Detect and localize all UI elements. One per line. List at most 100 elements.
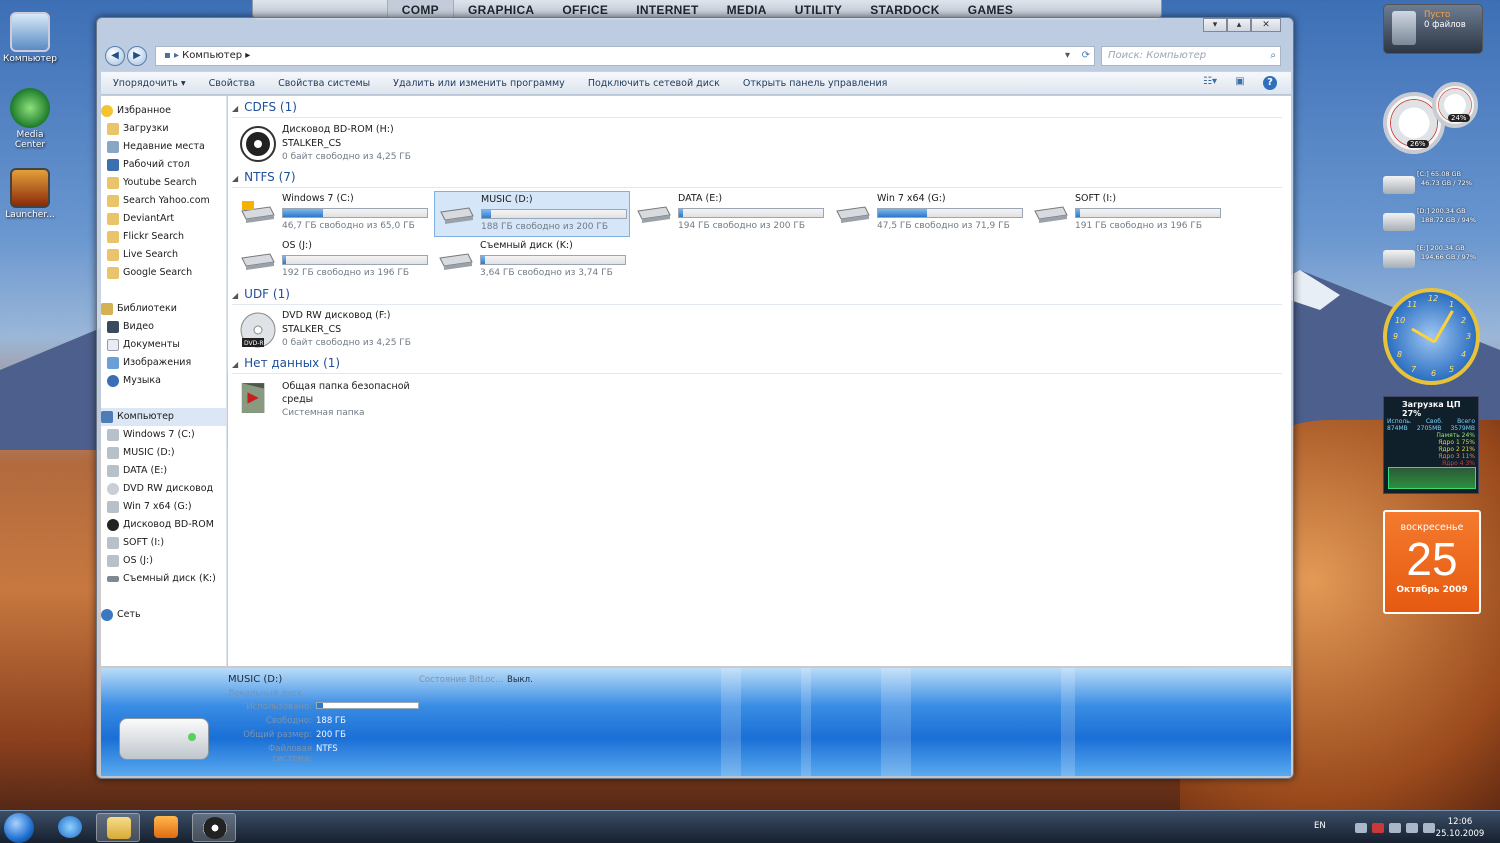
shared-folder-icon xyxy=(241,383,265,413)
collapse-arrow-icon[interactable]: ◢ xyxy=(232,104,238,113)
sidebar-favorites[interactable]: Избранное xyxy=(101,102,226,120)
sidebar-item-pictures[interactable]: Изображения xyxy=(101,354,226,372)
taskbar-clock[interactable]: 12:06 25.10.2009 xyxy=(1430,816,1490,840)
sidebar-item-google-search[interactable]: Google Search xyxy=(101,264,226,282)
map-network-drive-button[interactable]: Подключить сетевой диск xyxy=(588,78,720,89)
sidebar-item-drive-e[interactable]: DATA (E:) xyxy=(101,462,226,480)
breadcrumb-computer[interactable]: Компьютер xyxy=(182,50,242,61)
desktop-icon-computer[interactable]: Компьютер xyxy=(0,12,60,64)
hard-drive-icon xyxy=(440,207,474,224)
sidebar-network[interactable]: Сеть xyxy=(101,606,226,624)
sidebar-item-bd-rom[interactable]: Дисковод BD-ROM xyxy=(101,516,226,534)
collapse-arrow-icon[interactable]: ◢ xyxy=(232,291,238,300)
drive-c[interactable]: Windows 7 (C:) 46,7 ГБ свободно из 65,0 … xyxy=(236,191,432,237)
drive-j[interactable]: OS (J:) 192 ГБ свободно из 196 ГБ xyxy=(236,238,432,284)
language-indicator[interactable]: EN xyxy=(1314,821,1326,831)
clock-number: 2 xyxy=(1461,316,1467,325)
address-dropdown-icon[interactable]: ▾ xyxy=(1065,47,1070,65)
sidebar-item-label: DATA (E:) xyxy=(123,465,168,476)
drive-free-space: 0 байт свободно из 4,25 ГБ xyxy=(282,338,411,348)
collapse-arrow-icon[interactable]: ◢ xyxy=(232,174,238,183)
taskbar-bd-rom-app[interactable] xyxy=(192,813,236,842)
sidebar-item-search-yahoo[interactable]: Search Yahoo.com xyxy=(101,192,226,210)
drive-bd-rom-h[interactable]: Дисковод BD-ROM (H:) STALKER_CS 0 байт с… xyxy=(236,122,432,168)
search-placeholder: Поиск: Компьютер xyxy=(1108,50,1207,61)
hard-drive-icon xyxy=(107,537,119,549)
group-header-no-data[interactable]: ◢ Нет данных (1) xyxy=(232,356,1282,374)
uninstall-program-button[interactable]: Удалить или изменить программу xyxy=(393,78,565,89)
sidebar-item-recent-places[interactable]: Недавние места xyxy=(101,138,226,156)
sidebar-item-drive-c[interactable]: Windows 7 (C:) xyxy=(101,426,226,444)
help-icon[interactable]: ? xyxy=(1263,76,1277,90)
forward-button[interactable]: ▶ xyxy=(127,46,147,66)
sidebar-item-deviantart[interactable]: DeviantArt xyxy=(101,210,226,228)
group-header-udf[interactable]: ◢ UDF (1) xyxy=(232,287,1282,305)
sidebar-item-drive-g[interactable]: Win 7 x64 (G:) xyxy=(101,498,226,516)
taskbar-internet-explorer[interactable] xyxy=(48,813,92,842)
sidebar-item-label: Видео xyxy=(123,321,154,332)
drive-free-space: 0 байт свободно из 4,25 ГБ xyxy=(282,152,411,162)
sidebar-item-drive-j[interactable]: OS (J:) xyxy=(101,552,226,570)
start-button[interactable] xyxy=(4,813,34,843)
recycle-bin-gadget[interactable]: Пусто 0 файлов xyxy=(1383,4,1483,54)
minimize-button[interactable]: ▾ xyxy=(1203,18,1227,32)
drive-d[interactable]: MUSIC (D:) 188 ГБ свободно из 200 ГБ xyxy=(434,191,630,237)
drive-usage-bar xyxy=(678,208,824,218)
maximize-button[interactable]: ▴ xyxy=(1227,18,1251,32)
search-icon[interactable]: ⌕ xyxy=(1270,47,1276,65)
tray-icon[interactable] xyxy=(1389,823,1401,833)
open-control-panel-button[interactable]: Открыть панель управления xyxy=(743,78,888,89)
drive-k[interactable]: Съемный диск (K:) 3,64 ГБ свободно из 3,… xyxy=(434,238,630,284)
sidebar-item-dvd-drive[interactable]: DVD RW дисковод xyxy=(101,480,226,498)
tray-icon[interactable] xyxy=(1355,823,1367,833)
back-button[interactable]: ◀ xyxy=(105,46,125,66)
system-properties-button[interactable]: Свойства системы xyxy=(278,78,370,89)
collapse-arrow-icon[interactable]: ◢ xyxy=(232,360,238,369)
taskbar-media-player[interactable] xyxy=(144,813,188,842)
computer-icon xyxy=(10,12,50,52)
sidebar-item-youtube-search[interactable]: Youtube Search xyxy=(101,174,226,192)
volume-icon[interactable] xyxy=(1406,823,1418,833)
sidebar-item-downloads[interactable]: Загрузки xyxy=(101,120,226,138)
sidebar-item-live-search[interactable]: Live Search xyxy=(101,246,226,264)
desktop-icon-launcher[interactable]: Launcher... xyxy=(0,168,60,220)
desktop-icon-label: Launcher... xyxy=(5,210,55,220)
address-bar[interactable]: ▪ ▸ Компьютер ▸ ▾ ⟳ xyxy=(155,46,1095,66)
sidebar-item-drive-i[interactable]: SOFT (I:) xyxy=(101,534,226,552)
sidebar-item-documents[interactable]: Документы xyxy=(101,336,226,354)
drive-dvd-f[interactable]: DVD-R DVD RW дисковод (F:) STALKER_CS 0 … xyxy=(236,308,432,354)
group-header-cdfs[interactable]: ◢ CDFS (1) xyxy=(232,100,1282,118)
sidebar-item-label: Search Yahoo.com xyxy=(123,195,210,206)
sidebar-item-drive-d[interactable]: MUSIC (D:) xyxy=(101,444,226,462)
cpu-meter-row: Ядро 1 75% xyxy=(1438,439,1475,446)
sidebar-computer[interactable]: Компьютер xyxy=(101,408,226,426)
video-icon xyxy=(107,321,119,333)
drive-e[interactable]: DATA (E:) 194 ГБ свободно из 200 ГБ xyxy=(632,191,828,237)
network-error-icon[interactable] xyxy=(1372,823,1384,833)
sidebar-item-flickr-search[interactable]: Flickr Search xyxy=(101,228,226,246)
desktop-icon-media-center[interactable]: Media Center xyxy=(0,88,60,150)
sidebar-item-label: Рабочий стол xyxy=(123,159,190,170)
organize-button[interactable]: Упорядочить ▾ xyxy=(113,78,186,89)
sidebar-item-video[interactable]: Видео xyxy=(101,318,226,336)
view-options-icon[interactable]: ☷▾ xyxy=(1203,76,1217,90)
breadcrumb-arrow-icon[interactable]: ▸ xyxy=(242,50,250,61)
taskbar-explorer[interactable] xyxy=(96,813,140,842)
drive-i[interactable]: SOFT (I:) 191 ГБ свободно из 196 ГБ xyxy=(1029,191,1225,237)
preview-pane-icon[interactable]: ▣ xyxy=(1233,76,1247,90)
refresh-icon[interactable]: ⟳ xyxy=(1082,47,1090,65)
search-input[interactable]: Поиск: Компьютер ⌕ xyxy=(1101,46,1281,66)
sidebar-libraries[interactable]: Библиотеки xyxy=(101,300,226,318)
group-header-ntfs[interactable]: ◢ NTFS (7) xyxy=(232,170,1282,188)
safe-environment-shared-folder[interactable]: Общая папка безопасной среды Системная п… xyxy=(236,378,436,436)
sidebar-item-desktop[interactable]: Рабочий стол xyxy=(101,156,226,174)
sidebar-item-removable-k[interactable]: Съемный диск (K:) xyxy=(101,570,226,588)
cpu-val: 2705MB xyxy=(1416,425,1442,432)
clock-number: 8 xyxy=(1397,350,1403,359)
close-button[interactable]: ✕ xyxy=(1251,18,1281,32)
drive-g[interactable]: Win 7 x64 (G:) 47,5 ГБ свободно из 71,9 … xyxy=(831,191,1027,237)
properties-button[interactable]: Свойства xyxy=(209,78,255,89)
sidebar-item-music[interactable]: Музыка xyxy=(101,372,226,390)
recycle-bin-files: 0 файлов xyxy=(1424,20,1466,30)
drive-gadget-free: 194.66 GB / 97% xyxy=(1421,253,1477,261)
